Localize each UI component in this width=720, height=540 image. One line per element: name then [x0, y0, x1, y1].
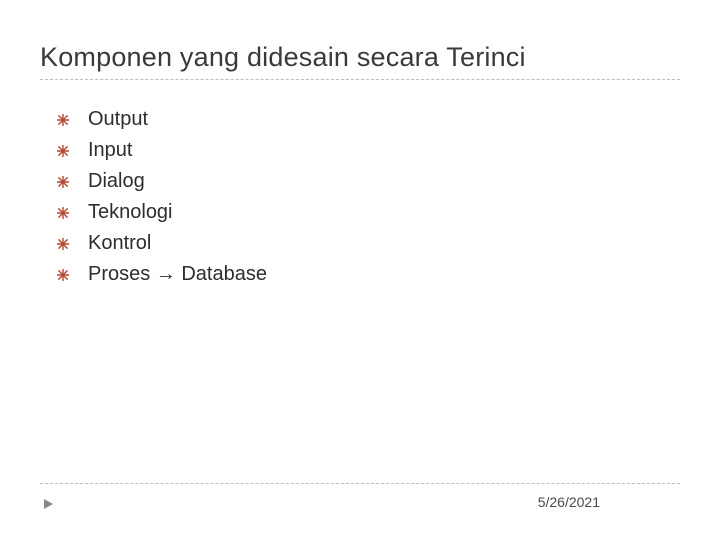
bullet-icon — [56, 206, 70, 220]
list-item-label: Dialog — [88, 170, 145, 193]
list-item: Kontrol — [56, 232, 680, 255]
slide: Komponen yang didesain secara Terinci Ou… — [0, 0, 720, 540]
list-item: Output — [56, 108, 680, 131]
footer-date: 5/26/2021 — [538, 494, 600, 510]
play-icon — [40, 496, 56, 512]
list-item: Input — [56, 139, 680, 162]
list-item-label: Proses → Database — [88, 263, 267, 286]
list-item: Proses → Database — [56, 263, 680, 286]
divider — [40, 483, 680, 484]
list-item: Dialog — [56, 170, 680, 193]
bullet-list: Output Input Dialog Teknologi Kontrol — [40, 80, 680, 286]
list-item-label: Teknologi — [88, 201, 173, 224]
list-item-label: Input — [88, 139, 132, 162]
bullet-icon — [56, 113, 70, 127]
bullet-icon — [56, 237, 70, 251]
list-item-label: Kontrol — [88, 232, 151, 255]
bullet-icon — [56, 144, 70, 158]
bullet-icon — [56, 268, 70, 282]
page-title: Komponen yang didesain secara Terinci — [40, 42, 680, 80]
bullet-icon — [56, 175, 70, 189]
list-item-label: Output — [88, 108, 148, 131]
list-item: Teknologi — [56, 201, 680, 224]
